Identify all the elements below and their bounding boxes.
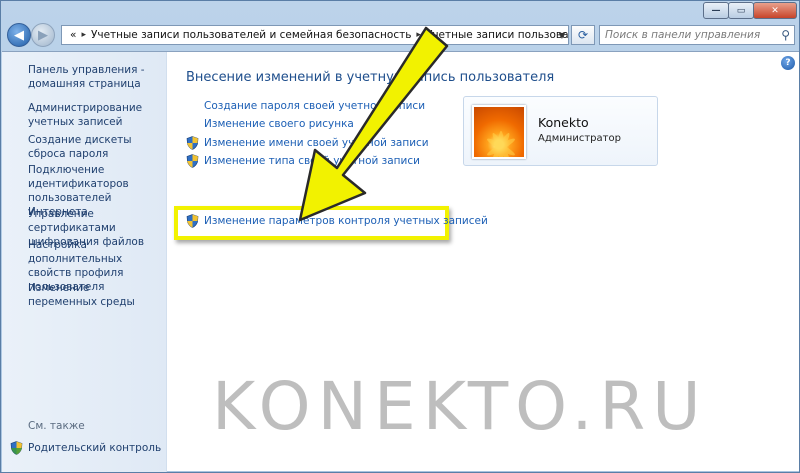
sidebar-item-manage-accounts[interactable]: Администрирование учетных записей bbox=[28, 101, 160, 129]
shield-icon bbox=[10, 441, 23, 455]
address-dropdown-icon[interactable]: ▼ bbox=[559, 31, 565, 40]
close-button[interactable]: ✕ bbox=[753, 2, 797, 19]
forward-arrow-icon: ▶ bbox=[38, 27, 48, 43]
search-placeholder: Поиск в панели управления bbox=[605, 29, 761, 41]
task-label: Изменение своего рисунка bbox=[204, 118, 354, 130]
parental-control-link[interactable]: Родительский контроль bbox=[10, 441, 161, 455]
breadcrumb-separator[interactable]: ▸ bbox=[81, 30, 86, 40]
back-arrow-icon: ◀ bbox=[14, 27, 24, 43]
task-label: Изменение типа своей учетной записи bbox=[204, 155, 420, 167]
control-panel-window: — ▭ ✕ ◀ ▶ « ▸ Учетные записи пользовател… bbox=[0, 0, 800, 473]
flower-icon bbox=[487, 131, 515, 157]
breadcrumb-overflow[interactable]: « bbox=[70, 29, 76, 41]
task-change-type[interactable]: Изменение типа своей учетной записи bbox=[186, 154, 420, 168]
task-label: Создание пароля своей учетной записи bbox=[204, 100, 426, 112]
sidebar-item-environment-variables[interactable]: Изменение переменных среды bbox=[28, 281, 160, 309]
search-input[interactable]: Поиск в панели управления ⚲ bbox=[599, 25, 795, 45]
task-uac-settings[interactable]: Изменение параметров контроля учетных за… bbox=[186, 214, 488, 228]
uac-shield-icon bbox=[186, 214, 199, 228]
minimize-button[interactable]: — bbox=[703, 2, 729, 19]
task-label: Изменение параметров контроля учетных за… bbox=[204, 215, 488, 227]
page-title: Внесение изменений в учетную запись поль… bbox=[186, 70, 555, 85]
forward-button[interactable]: ▶ bbox=[31, 23, 55, 47]
task-label: Изменение имени своей учетной записи bbox=[204, 137, 429, 149]
search-icon[interactable]: ⚲ bbox=[781, 28, 790, 42]
account-card: Konekto Администратор bbox=[463, 96, 658, 166]
help-icon[interactable]: ? bbox=[781, 56, 795, 70]
uac-shield-icon bbox=[186, 154, 199, 168]
sidebar-item-reset-disk[interactable]: Создание дискеты сброса пароля bbox=[28, 133, 160, 161]
maximize-button[interactable]: ▭ bbox=[728, 2, 754, 19]
account-name: Konekto bbox=[538, 115, 589, 130]
refresh-icon: ⟳ bbox=[577, 28, 589, 42]
content-area: Панель управления - домашняя страница Ад… bbox=[2, 51, 799, 472]
navigation-bar: ◀ ▶ « ▸ Учетные записи пользователей и с… bbox=[1, 21, 800, 51]
avatar[interactable] bbox=[472, 105, 526, 159]
window-controls: — ▭ ✕ bbox=[703, 2, 797, 19]
sidebar: Панель управления - домашняя страница Ад… bbox=[2, 52, 167, 472]
account-role: Администратор bbox=[538, 133, 621, 144]
breadcrumb-user-accounts[interactable]: Учетные записи пользователей bbox=[426, 29, 568, 41]
back-button[interactable]: ◀ bbox=[7, 23, 31, 47]
sidebar-item-home[interactable]: Панель управления - домашняя страница bbox=[28, 63, 160, 91]
breadcrumb-family-safety[interactable]: Учетные записи пользователей и семейная … bbox=[91, 29, 411, 41]
watermark-text: KONEKTO.RU bbox=[212, 368, 708, 445]
task-change-name[interactable]: Изменение имени своей учетной записи bbox=[186, 136, 429, 150]
uac-shield-icon bbox=[186, 136, 199, 150]
task-create-password[interactable]: Создание пароля своей учетной записи bbox=[186, 100, 425, 112]
parental-control-label: Родительский контроль bbox=[28, 442, 162, 454]
see-also-heading: См. также bbox=[28, 420, 85, 432]
address-bar[interactable]: « ▸ Учетные записи пользователей и семей… bbox=[61, 25, 569, 45]
task-change-picture[interactable]: Изменение своего рисунка bbox=[186, 118, 354, 130]
refresh-button[interactable]: ⟳ bbox=[571, 25, 595, 45]
breadcrumb-separator[interactable]: ▸ bbox=[416, 30, 421, 40]
title-bar: — ▭ ✕ bbox=[1, 1, 800, 21]
